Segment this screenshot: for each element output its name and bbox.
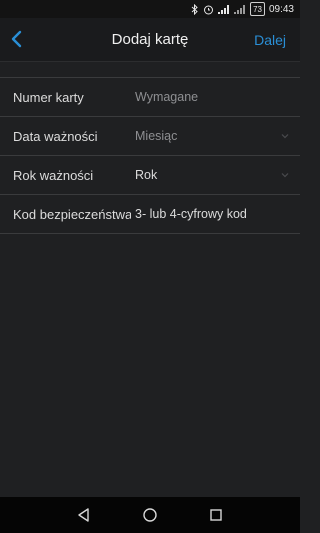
expiry-month-row[interactable]: Data ważności Miesiąc [0, 117, 300, 156]
status-bar: 73 09:43 [0, 0, 300, 18]
expiry-month-label: Data ważności [13, 128, 98, 144]
card-number-input[interactable]: Wymagane [135, 90, 278, 104]
chevron-down-icon [281, 173, 289, 178]
app-header: Dodaj kartę Dalej [0, 18, 300, 62]
alarm-icon [203, 3, 214, 15]
signal-icon [234, 3, 246, 15]
system-nav-bar [0, 497, 300, 533]
card-number-label: Numer karty [13, 89, 84, 105]
expiry-year-row[interactable]: Rok ważności Rok [0, 156, 300, 195]
card-number-row[interactable]: Numer karty Wymagane [0, 78, 300, 117]
back-triangle-icon[interactable] [75, 506, 93, 524]
recents-square-icon[interactable] [207, 506, 225, 524]
back-button[interactable] [6, 28, 28, 50]
signal-icon [218, 3, 230, 15]
card-form: Numer karty Wymagane Data ważności Miesi… [0, 77, 300, 234]
section-spacer [0, 62, 300, 77]
expiry-year-select[interactable]: Rok [135, 168, 278, 182]
next-button[interactable]: Dalej [254, 18, 286, 62]
security-code-label: Kod bezpieczeństwa [13, 206, 131, 222]
chevron-down-icon [281, 134, 289, 139]
security-code-input[interactable]: 3- lub 4-cyfrowy kod [135, 207, 278, 221]
bluetooth-icon [191, 3, 199, 15]
expiry-year-label: Rok ważności [13, 167, 94, 183]
security-code-row[interactable]: Kod bezpieczeństwa 3- lub 4-cyfrowy kod [0, 195, 300, 234]
home-circle-icon[interactable] [141, 506, 159, 524]
battery-icon: 73 [250, 2, 265, 16]
chevron-left-icon [11, 30, 22, 48]
status-time: 09:43 [268, 3, 294, 15]
expiry-month-select[interactable]: Miesiąc [135, 129, 278, 143]
